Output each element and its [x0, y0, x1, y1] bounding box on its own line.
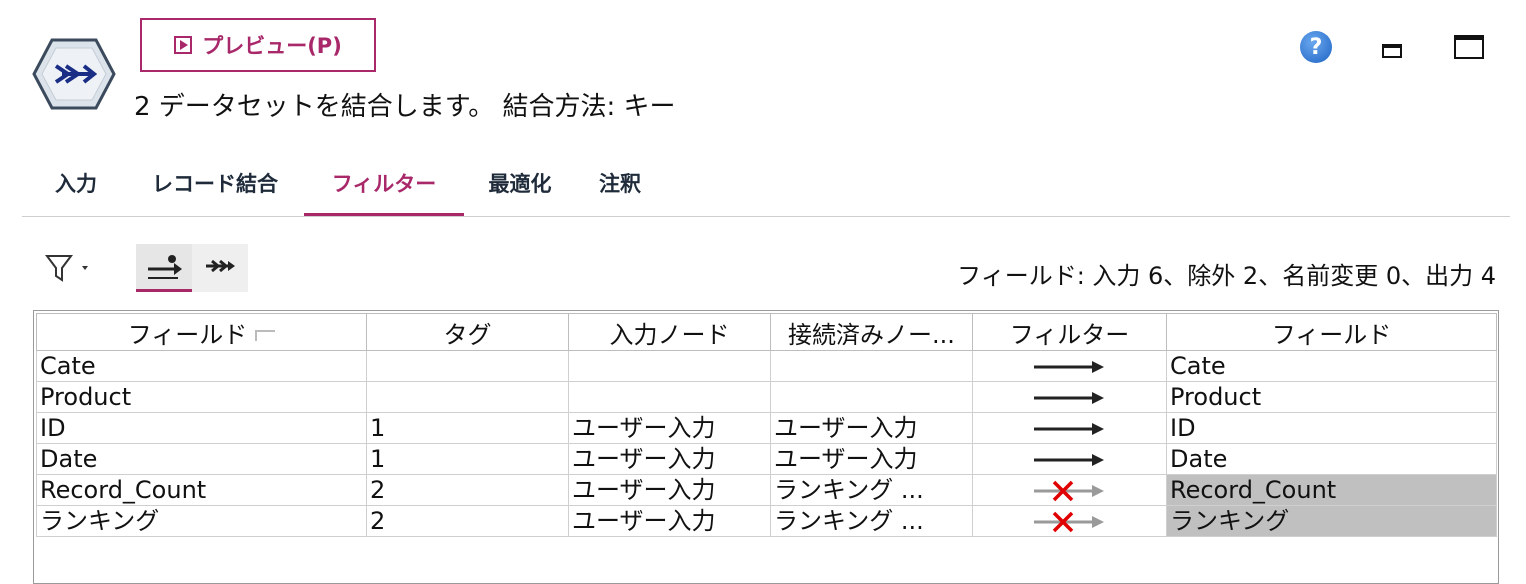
filter-toggle-cell[interactable]	[972, 474, 1167, 506]
excluded-arrow-icon	[1033, 511, 1104, 533]
merge-node-icon	[32, 38, 116, 110]
tab-optimize[interactable]: 最適化	[478, 150, 562, 216]
table-row[interactable]: Product Product	[36, 381, 1497, 413]
connected-node-cell	[770, 350, 973, 382]
table-row[interactable]: Cate Cate	[36, 350, 1497, 382]
input-node-cell	[568, 350, 771, 382]
view-multi-field-button[interactable]	[192, 244, 248, 292]
field-filter-table: フィールド タグ 入力ノード 接続済みノー... フィルター フィールド Cat…	[33, 310, 1499, 584]
input-node-cell	[568, 381, 771, 413]
sort-indicator-icon	[255, 330, 276, 341]
connected-node-cell: ユーザー入力	[770, 443, 973, 475]
connected-node-cell: ユーザー入力	[770, 412, 973, 444]
preview-button-label: プレビュー(P)	[202, 34, 342, 58]
tag-cell: 2	[366, 505, 569, 537]
column-header-filter[interactable]: フィルター	[972, 313, 1167, 351]
filter-dropdown-icon[interactable]	[44, 252, 94, 284]
field-name-cell: Record_Count	[36, 474, 367, 506]
excluded-arrow-icon	[1033, 480, 1104, 502]
field-name-cell: ランキング	[36, 505, 367, 537]
connected-node-cell: ランキング ...	[770, 505, 973, 537]
column-header-output-field[interactable]: フィールド	[1166, 313, 1497, 351]
node-description: 2 データセットを結合します。 結合方法: キー	[134, 92, 676, 122]
tag-cell: 1	[366, 443, 569, 475]
input-node-cell: ユーザー入力	[568, 505, 771, 537]
field-name-cell: Date	[36, 443, 367, 475]
column-header-connected-node[interactable]: 接続済みノー...	[770, 313, 973, 351]
output-field-cell: Product	[1166, 381, 1497, 413]
column-header-input-node[interactable]: 入力ノード	[568, 313, 771, 351]
view-single-field-button[interactable]	[136, 244, 192, 292]
field-arrow-icon	[148, 255, 182, 279]
table-row[interactable]: Date 1 ユーザー入力 ユーザー入力 Date	[36, 443, 1497, 475]
tag-cell	[366, 381, 569, 413]
output-field-cell: Cate	[1166, 350, 1497, 382]
tag-cell: 1	[366, 412, 569, 444]
tab-annotation[interactable]: 注釈	[588, 150, 652, 216]
output-field-cell: Date	[1166, 443, 1497, 475]
column-header-tag[interactable]: タグ	[366, 313, 569, 351]
table-row[interactable]: Record_Count 2 ユーザー入力 ランキング ... Record_Count	[36, 474, 1497, 506]
output-field-cell: Record_Count	[1166, 474, 1497, 506]
input-node-cell: ユーザー入力	[568, 412, 771, 444]
input-node-cell: ユーザー入力	[568, 474, 771, 506]
tab-record-merge[interactable]: レコード結合	[132, 150, 298, 216]
preview-button[interactable]: プレビュー(P)	[140, 18, 376, 72]
tag-cell	[366, 350, 569, 382]
output-field-cell: ランキング	[1166, 505, 1497, 537]
table-row[interactable]: ランキング 2 ユーザー入力 ランキング ... ランキング	[36, 505, 1497, 537]
field-name-cell: Product	[36, 381, 367, 413]
minimize-icon[interactable]	[1382, 44, 1402, 58]
pass-arrow-icon	[1033, 361, 1104, 373]
output-field-cell: ID	[1166, 412, 1497, 444]
filter-toggle-cell[interactable]	[972, 505, 1167, 537]
connected-node-cell: ランキング ...	[770, 474, 973, 506]
tab-bar: 入力 レコード結合 フィルター 最適化 注釈	[22, 150, 1510, 217]
multi-arrow-icon	[206, 259, 235, 273]
field-name-cell: ID	[36, 412, 367, 444]
pass-arrow-icon	[1033, 392, 1104, 404]
tab-input[interactable]: 入力	[44, 150, 108, 216]
tag-cell: 2	[366, 474, 569, 506]
table-row[interactable]: ID 1 ユーザー入力 ユーザー入力 ID	[36, 412, 1497, 444]
connected-node-cell	[770, 381, 973, 413]
play-icon	[174, 36, 193, 54]
input-node-cell: ユーザー入力	[568, 443, 771, 475]
help-icon[interactable]: ?	[1300, 31, 1332, 63]
field-name-cell: Cate	[36, 350, 367, 382]
pass-arrow-icon	[1033, 423, 1104, 435]
maximize-icon[interactable]	[1454, 35, 1484, 59]
filter-toggle-cell[interactable]	[972, 443, 1167, 475]
filter-toggle-cell[interactable]	[972, 412, 1167, 444]
column-header-field[interactable]: フィールド	[36, 313, 367, 351]
field-summary: フィールド: 入力 6、除外 2、名前変更 0、出力 4	[957, 262, 1496, 290]
filter-toggle-cell[interactable]	[972, 350, 1167, 382]
pass-arrow-icon	[1033, 454, 1104, 466]
filter-toggle-cell[interactable]	[972, 381, 1167, 413]
column-header-field-label: フィールド	[127, 320, 248, 349]
tab-filter[interactable]: フィルター	[304, 150, 464, 216]
